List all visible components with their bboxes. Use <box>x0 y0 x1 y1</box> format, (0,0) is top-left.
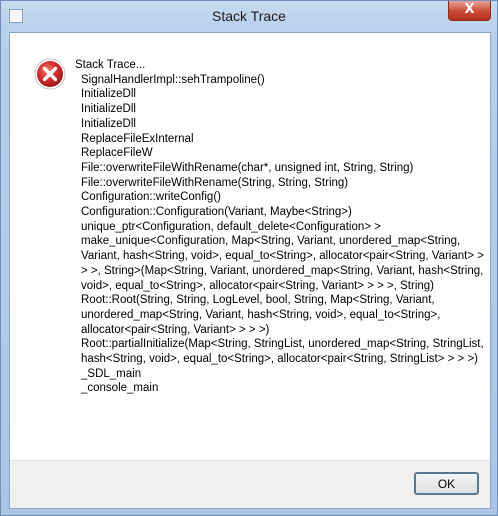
stack-frame: _console_main <box>81 382 159 395</box>
stack-trace-heading: Stack Trace... <box>75 59 146 71</box>
stack-frame: ReplaceFileExInternal <box>81 132 194 145</box>
stack-frame: Configuration::Configuration(Variant, Ma… <box>81 206 352 219</box>
stack-frame: _SDL_main <box>81 367 142 380</box>
stack-frame: File::overwriteFileWithRename(char*, uns… <box>81 161 414 174</box>
stack-trace-message: Stack Trace... SignalHandlerImpl::sehTra… <box>75 58 485 396</box>
stack-frame: InitializeDll <box>81 117 136 130</box>
dialog-content: Stack Trace... SignalHandlerImpl::sehTra… <box>9 32 491 509</box>
stack-frame: Root::Root(String, String, LogLevel, boo… <box>81 294 441 336</box>
stack-frame: Root::partialInitialize(Map<String, Stri… <box>81 338 484 366</box>
button-bar: OK <box>10 460 490 508</box>
error-icon <box>34 58 66 90</box>
stack-frame: SignalHandlerImpl::sehTrampoline() <box>81 73 265 86</box>
stack-frame: ReplaceFileW <box>81 147 153 160</box>
dialog-window: Stack Trace X Stack Trace... SignalHandl… <box>0 0 498 516</box>
stack-frame: InitializeDll <box>81 103 136 116</box>
window-title: Stack Trace <box>212 8 286 24</box>
stack-frame: unique_ptr<Configuration, default_delete… <box>81 220 484 292</box>
stack-frame: File::overwriteFileWithRename(String, St… <box>81 176 349 189</box>
stack-frame: Configuration::writeConfig() <box>81 191 221 204</box>
close-button[interactable]: X <box>448 1 491 21</box>
title-bar[interactable]: Stack Trace X <box>1 1 497 32</box>
stack-frame: InitializeDll <box>81 88 136 101</box>
ok-button[interactable]: OK <box>414 472 479 495</box>
